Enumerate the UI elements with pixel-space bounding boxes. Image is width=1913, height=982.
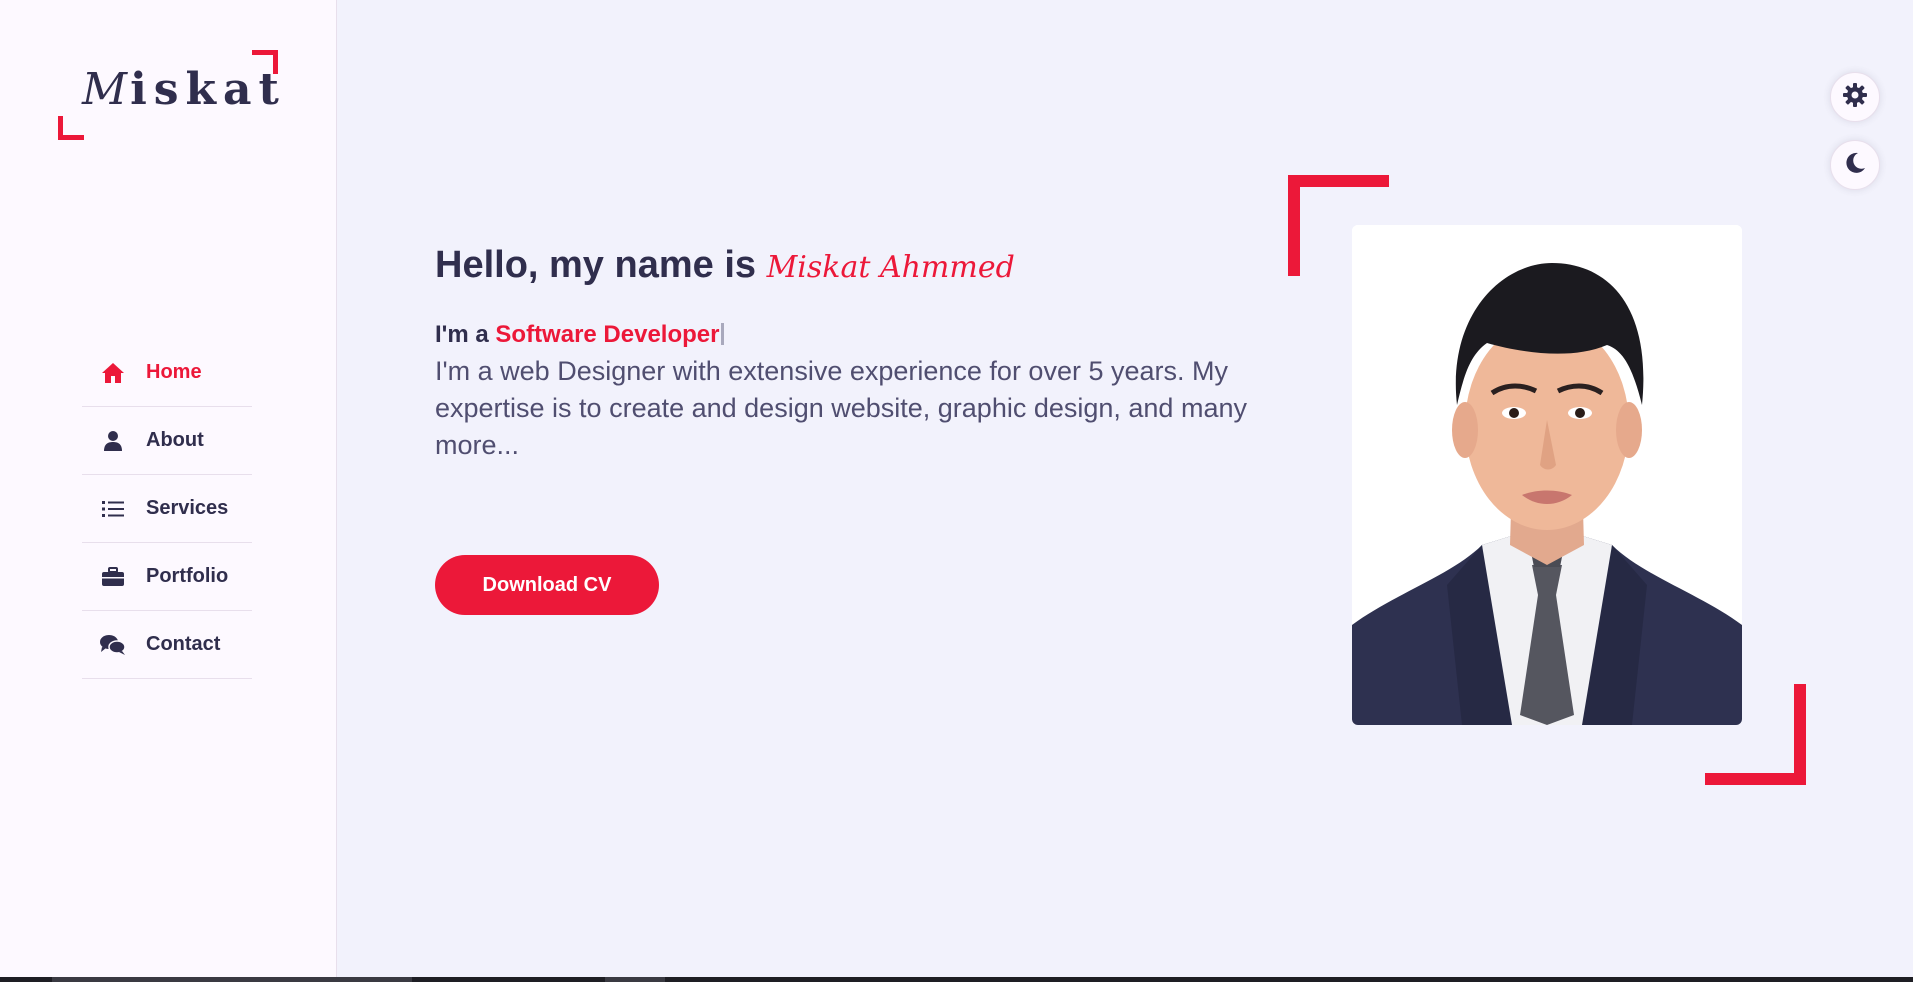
logo-rest: iskat [130,64,286,115]
role-typed: Software Developer [495,321,720,348]
nav-item-services[interactable]: Services [82,475,252,543]
briefcase-icon [100,564,126,590]
theme-toggle-button[interactable] [1830,140,1880,190]
logo[interactable]: Miskat [56,48,279,140]
nav-label-contact: Contact [146,633,221,655]
nav-item-portfolio[interactable]: Portfolio [82,543,252,611]
hero-heading: Hello, my name is Miskat Ahmmed [435,244,1265,287]
comments-icon [100,632,126,658]
taskbar-segment [52,977,412,982]
nav-item-about[interactable]: About [82,407,252,475]
nav-label-about: About [146,429,204,451]
taskbar-segment [605,977,665,982]
moon-icon [1843,151,1867,179]
profile-photo-frame [1288,175,1806,785]
hero-role: I'm a Software Developer [435,321,1265,349]
user-icon [100,428,126,454]
intro: Hello, my name is Miskat Ahmmed I'm a So… [435,244,1265,464]
nav-item-contact[interactable]: Contact [82,611,252,679]
logo-first-letter: M [82,64,131,115]
main-nav: Home About Services Portfolio Contact [82,339,252,679]
nav-label-portfolio: Portfolio [146,565,229,587]
download-cv-button[interactable]: Download CV [435,555,659,615]
window-bottom-bar [0,977,1913,982]
profile-photo [1352,225,1742,725]
nav-label-home: Home [146,361,202,383]
home-icon [100,360,126,386]
hero-description: I'm a web Designer with extensive experi… [435,356,1247,460]
role-prefix: I'm a [435,321,489,348]
settings-button[interactable] [1830,72,1880,122]
hero-greeting: Hello, my name is [435,244,757,286]
typing-caret [721,323,725,345]
gear-icon [1842,82,1868,112]
hero-name: Miskat Ahmmed [766,250,1015,285]
sidebar: Miskat Home About Services Portfolio Con… [0,0,337,977]
nav-item-home[interactable]: Home [82,339,252,407]
logo-text: Miskat [82,64,286,115]
logo-corner-bottom-left [58,116,84,140]
nav-label-services: Services [146,497,229,519]
list-icon [100,496,126,522]
